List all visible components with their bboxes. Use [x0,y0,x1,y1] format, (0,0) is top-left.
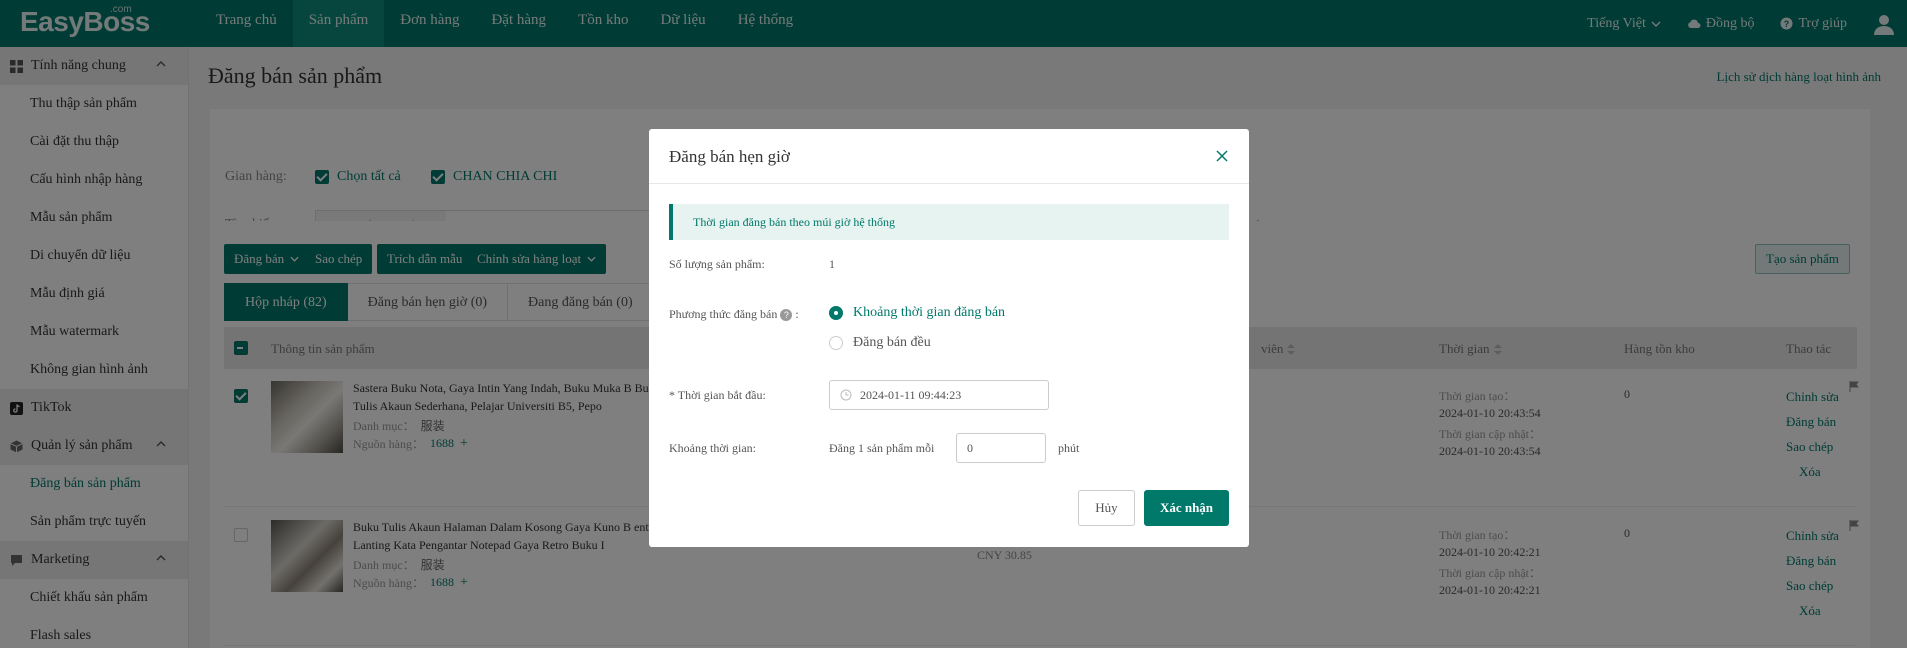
publish-method-colon: : [795,307,799,321]
interval-unit: phút [1058,441,1080,455]
publish-method-label: Phương thức đăng bán [669,307,778,321]
close-icon[interactable] [1215,149,1229,163]
clock-icon [840,389,852,401]
radio-interval-label: Khoảng thời gian đăng bán [853,305,1006,320]
radio-selected [829,306,843,320]
dialog-title: Đăng bán hẹn giờ [669,147,790,166]
interval-prefix: Đăng 1 sản phẩm mỗi [829,441,935,455]
radio-even-publish[interactable]: Đăng bán đều [829,335,931,351]
cancel-button[interactable]: Hủy [1078,490,1135,526]
radio-even-label: Đăng bán đều [853,335,931,350]
help-icon[interactable]: ? [780,309,793,322]
radio-unselected [829,336,843,350]
dialog-divider [649,183,1249,184]
publish-method-label-group: Phương thức đăng bán ? : [669,307,799,322]
quantity-label: Số lượng sản phẩm: [669,257,765,271]
start-time-picker[interactable]: 2024-01-11 09:44:23 [829,380,1049,410]
confirm-button[interactable]: Xác nhận [1144,490,1229,526]
start-time-value: 2024-01-11 09:44:23 [860,387,962,402]
interval-minutes-input[interactable]: 0 [956,433,1046,463]
timezone-notice: Thời gian đăng bán theo múi giờ hệ thống [669,204,1229,240]
start-time-label: * Thời gian bắt đầu: [669,388,766,402]
interval-label: Khoảng thời gian: [669,441,756,455]
quantity-value: 1 [829,257,835,271]
radio-interval-publish[interactable]: Khoảng thời gian đăng bán [829,305,1005,321]
schedule-publish-dialog: Đăng bán hẹn giờ Thời gian đăng bán theo… [649,129,1249,547]
